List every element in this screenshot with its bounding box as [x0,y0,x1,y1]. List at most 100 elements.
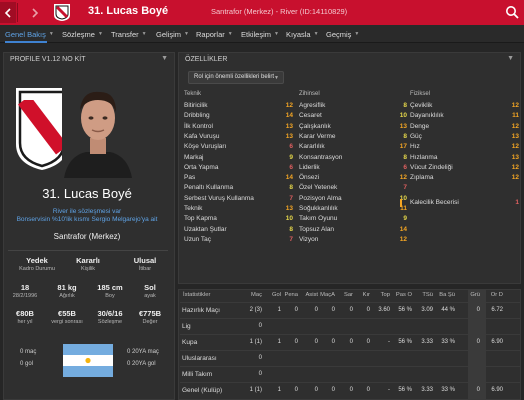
attribute-row[interactable]: Penaltı Kullanma 8 [184,183,296,193]
chevron-down-icon[interactable]: ▼ [161,55,168,62]
attribute-name: Teknik [184,205,203,212]
player-photo [62,80,134,178]
row-label: Hazırlık Maçı [182,307,220,314]
attribute-row[interactable]: İlk Kontrol 13 [184,122,296,132]
attribute-row-special[interactable]: Kalecilik Becerisi 1 [400,198,519,208]
attribute-value: 13 [511,132,519,140]
attribute-row[interactable]: Köşe Vuruşları 6 [184,142,296,152]
attribute-row[interactable]: Uzun Taç 7 [184,235,296,245]
column-header[interactable]: Pas O [392,292,412,298]
tab-contract[interactable]: Sözleşme ▼ [62,25,103,43]
attribute-name: Agresiflik [299,102,326,109]
u20-caps-count: 0 20YA maç [127,349,159,355]
attribute-row[interactable]: Markaj 9 [184,153,296,163]
attribute-row[interactable]: Dribbling 14 [184,111,296,121]
attribute-row[interactable]: Teknik 13 [184,204,296,214]
table-cell: 0 [476,387,480,393]
attribute-row[interactable]: Önsezi 12 [299,173,409,183]
attribute-name: Pozisyon Alma [299,194,342,202]
attribute-row[interactable]: Agresiflik 8 [299,101,409,111]
attribute-row[interactable]: Vücut Zindeliği 12 [410,163,520,173]
table-row[interactable]: Hazırlık Maçı 2 (3) 1 0 0 0 0 0 3.60 56 % 3.09 44 %… [180,302,520,317]
attribute-name: Özel Yetenek [299,184,338,192]
attribute-name: Çalışkanlık [299,122,331,130]
club-crest-icon[interactable] [53,3,71,22]
tab-compare[interactable]: Kıyasla ▼ [286,25,319,43]
tab-reports[interactable]: Raporlar ▼ [196,25,233,43]
row-label: Kupa [182,339,198,346]
table-row[interactable]: Lig 0 [180,318,520,333]
attribute-row[interactable]: Zıplama 12 [410,173,520,183]
column-header[interactable]: Top [370,292,390,298]
role-attributes-dropdown[interactable]: Rol için önemli özellikleri belirt ▼ [188,71,284,84]
attribute-row[interactable]: Denge 12 [410,122,520,132]
table-cell: 6.90 [491,339,503,345]
chevron-down-icon: ▼ [274,31,279,37]
attribute-name: Serbest Vuruş Kullanma [184,194,254,202]
table-cell: 0 [476,307,480,313]
table-cell: 6.72 [491,307,503,313]
personality-label: Kişilik [80,266,96,272]
attribute-row[interactable]: Hız 12 [410,142,520,152]
column-header[interactable]: Kır [350,292,370,298]
column-header[interactable]: Grü [460,292,480,298]
column-header[interactable]: Ba Şü [435,292,455,298]
table-row[interactable]: Milli Takım 0 [180,366,520,381]
column-header[interactable]: Or D [483,292,503,298]
chevron-down-icon[interactable]: ▼ [507,55,514,62]
attribute-row[interactable]: Dayanıklılık 11 [410,111,520,121]
column-header[interactable]: MaçA [315,292,335,298]
attribute-row[interactable]: Top Kapma 10 [184,214,296,224]
column-header[interactable]: Pena [278,292,298,298]
table-cell: 0 [476,339,480,345]
attribute-row[interactable]: Özel Yetenek 7 [299,183,409,193]
attribute-value: 6 [289,143,293,151]
attribute-row[interactable]: Pozisyon Alma 10 [299,194,409,204]
attribute-value: 17 [399,143,407,151]
search-icon[interactable] [505,5,519,19]
attribute-row[interactable]: Cesaret 10 [299,111,409,121]
nav-separator [17,3,18,22]
forward-button[interactable] [27,2,43,23]
player-subtitle: Santrafor (Merkez) - River (ID:14110829) [211,7,348,16]
column-header[interactable]: TSü [413,292,433,298]
attribute-row[interactable]: Kararlılık 17 [299,142,409,152]
attribute-name: Cesaret [299,112,322,120]
attribute-row[interactable]: Kafa Vuruşu 13 [184,132,296,142]
table-row[interactable]: Kupa 1 (1) 1 0 0 0 0 0-56 % 3.33 33 % 0 6.90 [180,334,520,349]
table-cell: 33 % [441,339,455,345]
attribute-row[interactable]: Bitiricilik 12 [184,101,296,111]
attribute-row[interactable]: Çeviklik 12 [410,101,520,111]
tab-history[interactable]: Geçmiş ▼ [326,25,359,43]
attribute-row[interactable]: Liderlik 6 [299,163,409,173]
attribute-row[interactable]: Takım Oyunu 9 [299,214,409,224]
attribute-name: Karar Verme [299,132,336,140]
attribute-row[interactable]: Hızlanma 13 [410,153,520,163]
tab-development[interactable]: Gelişim ▼ [156,25,189,43]
attribute-row[interactable]: Çalışkanlık 13 [299,122,409,132]
attribute-value: 6 [403,163,407,171]
table-row[interactable]: Genel (Kulüp) 1 (1) 1 0 0 0 0 0-56 % 3.33 33 % 0 6.… [180,382,520,397]
attribute-row[interactable]: Soğukkanlılık 11 [299,204,409,214]
attribute-row[interactable]: Uzaktan Şutlar 8 [184,225,296,235]
tab-label: Sözleşme [62,29,95,39]
attribute-row[interactable]: Konsantrasyon 8 [299,153,409,163]
attribute-row[interactable]: Serbest Vuruş Kullanma 7 [184,194,296,204]
attribute-row[interactable]: Orta Yapma 6 [184,163,296,173]
value-label: Değer [142,319,158,325]
attribute-value: 12 [511,174,519,182]
table-row[interactable]: Uluslararası 0 [180,350,520,365]
tab-interaction[interactable]: Etkileşim ▼ [241,25,279,43]
attribute-row[interactable]: Karar Verme 8 [299,132,409,142]
tab-transfer[interactable]: Transfer ▼ [111,25,147,43]
attribute-row[interactable]: Pas 14 [184,173,296,183]
attribute-row[interactable]: Topsuz Alan 14 [299,225,409,235]
attribute-value: 12 [511,102,519,109]
attribute-row[interactable]: Güç 13 [410,132,520,142]
back-button[interactable] [0,2,16,23]
squad-status-value: Yedek [26,256,48,265]
column-header[interactable]: Maç [242,292,262,298]
contract-info[interactable]: River ile sözleşmesi var Bonservisin %10… [0,208,174,224]
attribute-row[interactable]: Vizyon 12 [299,235,409,245]
attribute-name: Konsantrasyon [299,153,343,161]
